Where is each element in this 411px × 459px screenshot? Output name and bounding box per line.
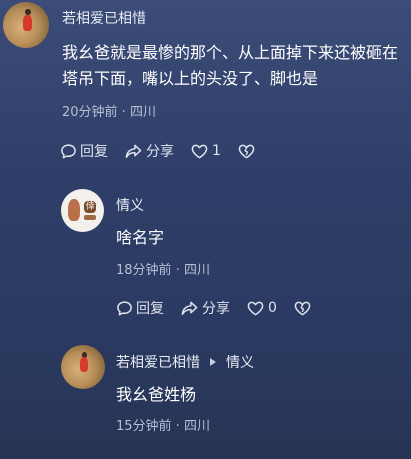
reply-text: 我幺爸姓杨 bbox=[116, 385, 197, 404]
share-label: 分享 bbox=[202, 301, 230, 317]
comment-username[interactable]: 若相爱已相惜 bbox=[62, 8, 146, 28]
avatar[interactable] bbox=[3, 2, 49, 48]
reply-username-line: 若相爱已相惜 情义 bbox=[116, 352, 254, 372]
reply-button[interactable]: 回复 bbox=[116, 298, 164, 318]
reply-actions: 回复 分享 0 bbox=[116, 298, 328, 318]
reply-target-username[interactable]: 情义 bbox=[226, 355, 254, 371]
share-icon bbox=[124, 143, 143, 160]
reply-meta: 18分钟前 · 四川 bbox=[116, 263, 210, 278]
reply-label: 回复 bbox=[136, 301, 164, 317]
reply-meta: 15分钟前 · 四川 bbox=[116, 419, 210, 434]
avatar[interactable]: 倖 bbox=[61, 189, 104, 232]
comment-text: 我幺爸就是最惨的那个、从上面掉下来还被砸在塔吊下面，嘴以上的头没了、脚也是 bbox=[62, 43, 399, 88]
comment-actions: 回复 分享 1 bbox=[60, 141, 272, 161]
heart-icon bbox=[246, 300, 265, 317]
share-button[interactable]: 分享 bbox=[124, 141, 174, 161]
reply-text: 啥名字 bbox=[116, 228, 165, 247]
like-count: 0 bbox=[268, 300, 277, 316]
like-button[interactable]: 0 bbox=[246, 300, 277, 317]
share-icon bbox=[180, 300, 199, 317]
broken-heart-icon bbox=[293, 300, 312, 317]
like-count: 1 bbox=[212, 143, 221, 159]
broken-heart-icon bbox=[237, 143, 256, 160]
reply-button[interactable]: 回复 bbox=[60, 141, 108, 161]
dislike-button[interactable] bbox=[237, 143, 256, 160]
reply-username[interactable]: 若相爱已相惜 bbox=[116, 355, 200, 371]
share-label: 分享 bbox=[146, 144, 174, 160]
heart-icon bbox=[190, 143, 209, 160]
reply-username[interactable]: 情义 bbox=[116, 195, 144, 215]
share-button[interactable]: 分享 bbox=[180, 298, 230, 318]
comment-icon bbox=[60, 143, 77, 160]
like-button[interactable]: 1 bbox=[190, 143, 221, 160]
comment-meta: 20分钟前 · 四川 bbox=[62, 105, 156, 120]
avatar[interactable] bbox=[61, 345, 105, 389]
dislike-button[interactable] bbox=[293, 300, 312, 317]
reply-label: 回复 bbox=[80, 144, 108, 160]
comment-icon bbox=[116, 300, 133, 317]
reply-to-arrow-icon bbox=[210, 358, 216, 366]
